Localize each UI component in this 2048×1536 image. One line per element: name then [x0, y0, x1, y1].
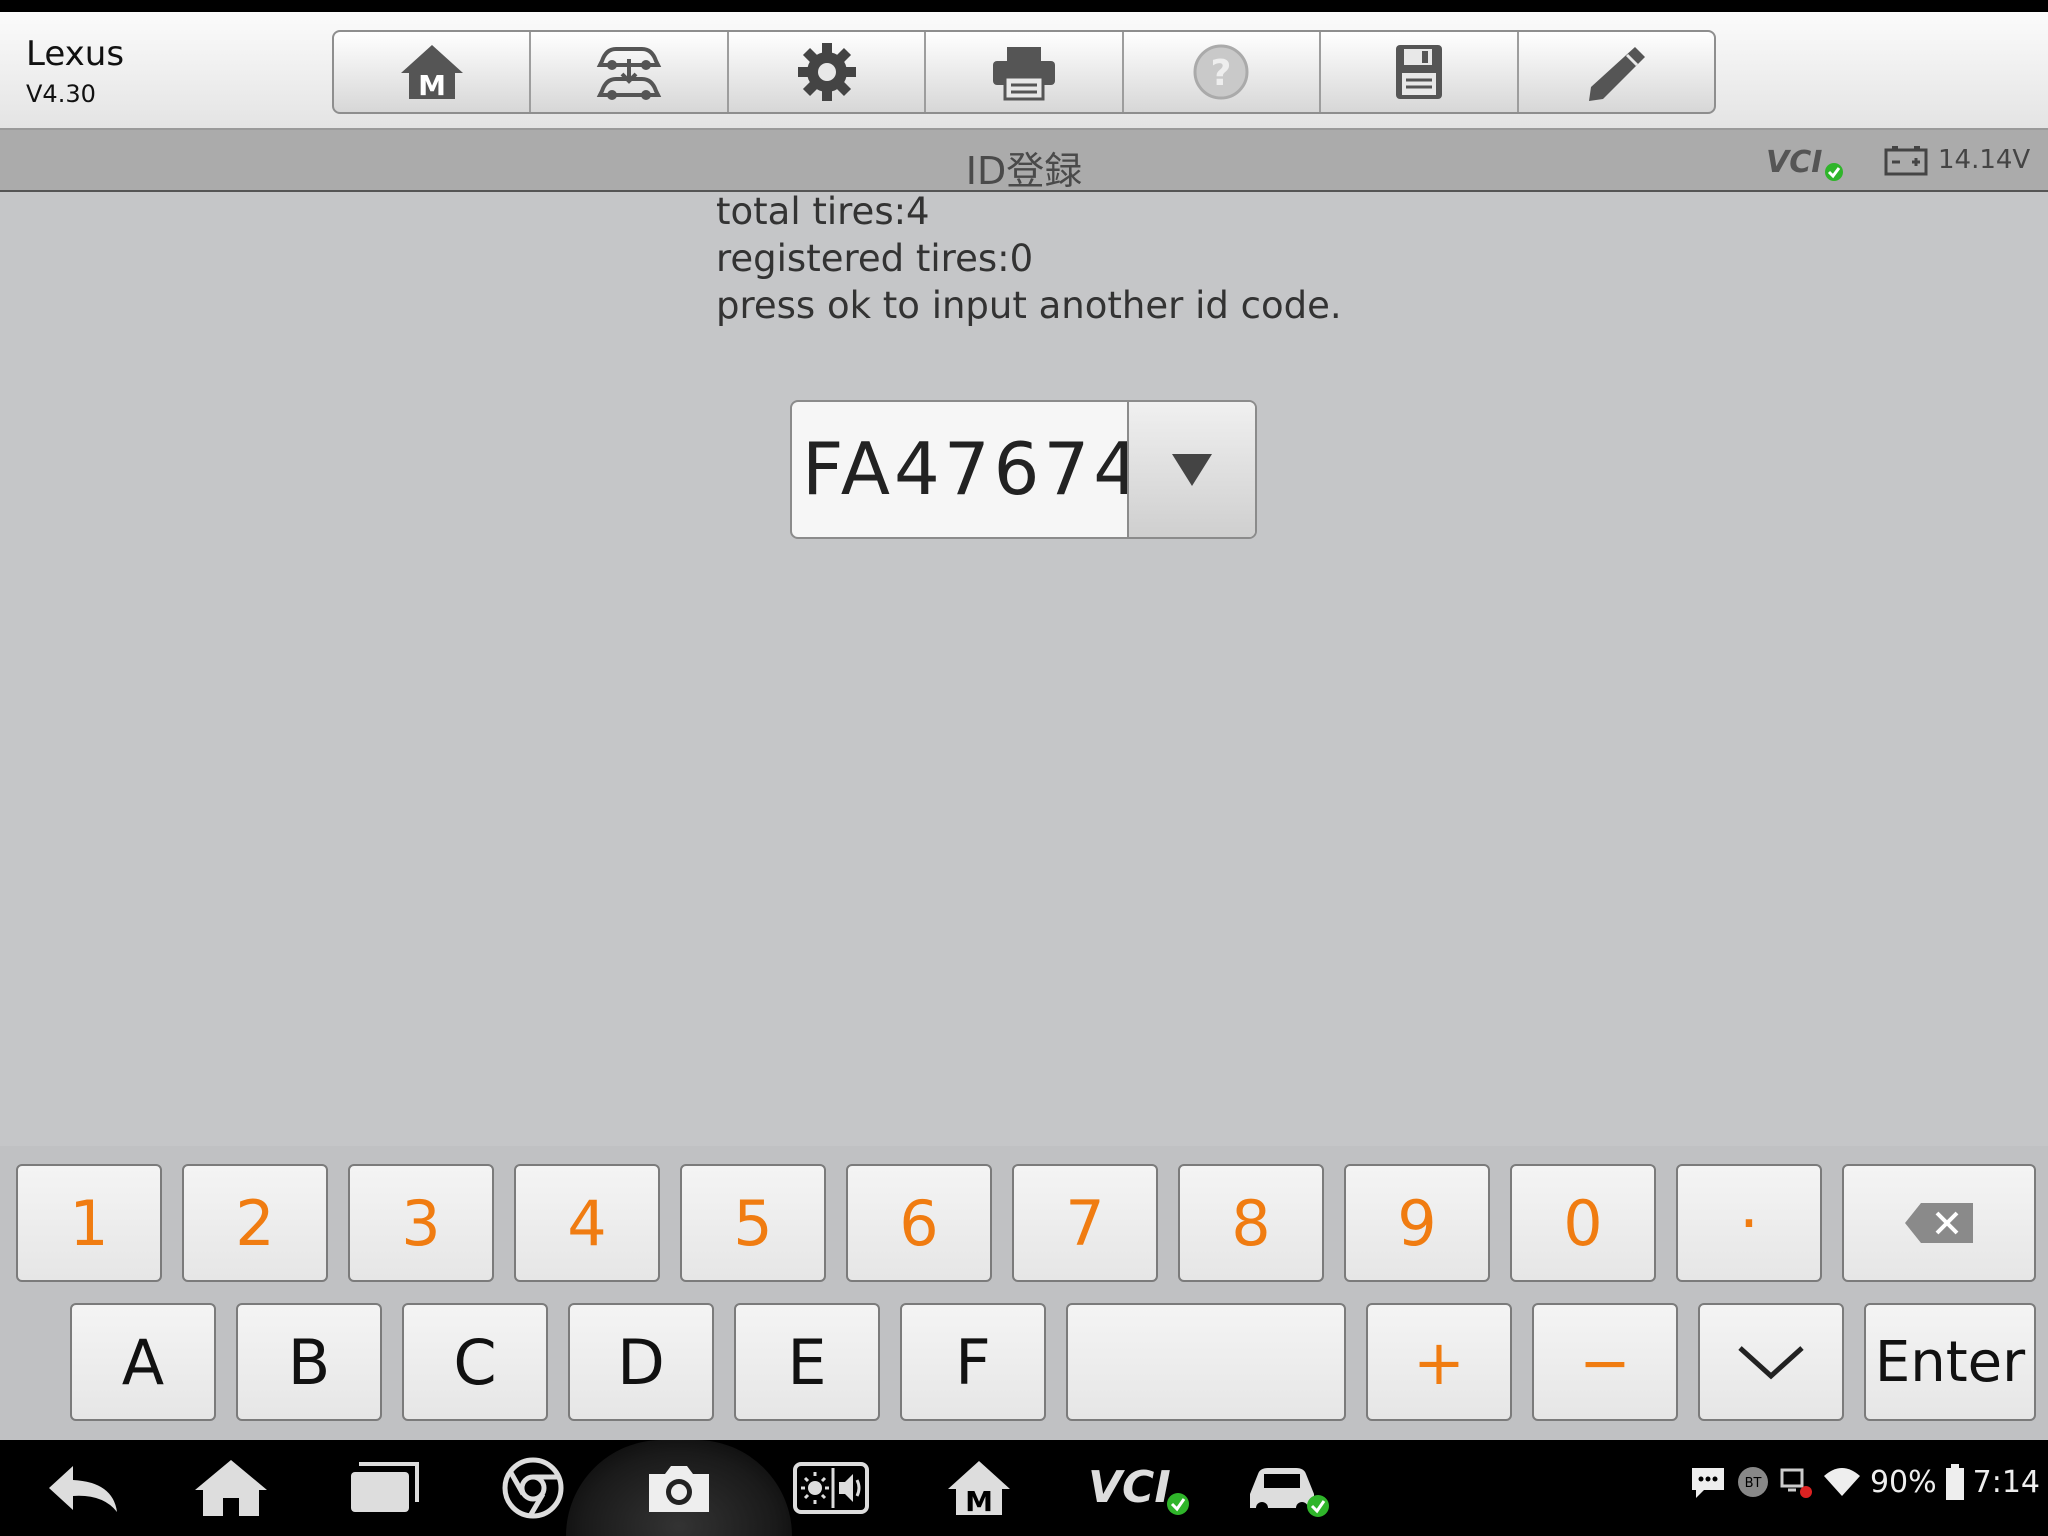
key-d[interactable]: D	[568, 1303, 714, 1421]
chat-notification-icon	[1691, 1468, 1724, 1498]
battery-voltage: 14.14V	[1884, 144, 2030, 176]
id-code-dropdown-button[interactable]	[1127, 402, 1255, 537]
app-header: Lexus V4.30 M ?	[0, 12, 2048, 130]
chrome-icon	[502, 1457, 564, 1519]
vci-connected-icon: VCI	[1088, 1462, 1189, 1515]
key-9[interactable]: 9	[1344, 1164, 1490, 1282]
vci-connected-icon: VCI	[1766, 145, 1843, 181]
key-e[interactable]: E	[734, 1303, 880, 1421]
top-system-strip	[0, 0, 2048, 12]
id-code-combobox[interactable]: FA47674	[790, 400, 1257, 539]
system-navigation-bar: M VCI BT 90% 7:14	[0, 1440, 2048, 1536]
svg-text:M: M	[418, 69, 446, 102]
battery-icon	[1945, 1464, 1964, 1500]
key-hide-keyboard[interactable]	[1698, 1303, 1844, 1421]
nav-recents-button[interactable]	[340, 1452, 426, 1524]
key-7[interactable]: 7	[1012, 1164, 1158, 1282]
main-toolbar: M ?	[332, 30, 1716, 114]
nav-vehicle-button[interactable]	[1244, 1452, 1330, 1524]
triangle-down-icon	[1172, 453, 1212, 486]
save-icon	[1395, 45, 1442, 99]
key-a[interactable]: A	[70, 1303, 216, 1421]
back-arrow-icon	[49, 1466, 117, 1512]
bluetooth-icon: BT	[1737, 1467, 1768, 1497]
recent-apps-icon	[351, 1462, 419, 1512]
key-4[interactable]: 4	[514, 1164, 660, 1282]
network-disconnected-icon	[1780, 1468, 1812, 1498]
home-m-icon: M	[400, 45, 463, 102]
brand-block: Lexus V4.30	[26, 34, 124, 108]
toolbar-print-button[interactable]	[926, 32, 1124, 112]
battery-voltage-value: 14.14V	[1938, 145, 2031, 175]
bluetooth-label: BT	[1745, 1476, 1762, 1491]
toolbar-edit-button[interactable]	[1519, 32, 1714, 112]
key-minus[interactable]: −	[1532, 1303, 1678, 1421]
function-title: ID登録	[965, 149, 1083, 193]
key-3[interactable]: 3	[348, 1164, 494, 1282]
toolbar-help-button[interactable]: ?	[1124, 32, 1322, 112]
home-m-icon: M	[948, 1461, 1010, 1518]
nav-chrome-button[interactable]	[490, 1452, 576, 1524]
nav-vci-label: VCI	[1088, 1462, 1171, 1513]
backspace-icon	[1905, 1203, 1973, 1243]
home-icon	[195, 1460, 267, 1516]
svg-text:?: ?	[1211, 53, 1232, 94]
toolbar-settings-button[interactable]	[729, 32, 927, 112]
key-1[interactable]: 1	[16, 1164, 162, 1282]
nav-camera-button[interactable]	[636, 1452, 722, 1524]
function-title-bar: ID登録 VCI 14.14V	[0, 130, 2048, 193]
message-instruction: press ok to input another id code.	[716, 284, 1342, 327]
key-space[interactable]	[1066, 1303, 1346, 1421]
key-5[interactable]: 5	[680, 1164, 826, 1282]
id-code-value[interactable]: FA47674	[802, 402, 1143, 537]
app-title: Lexus	[26, 34, 125, 74]
key-dot[interactable]: ·	[1676, 1164, 1822, 1282]
car-battery-icon	[1884, 146, 1928, 176]
clock: 7:14	[1972, 1464, 2040, 1500]
key-backspace[interactable]	[1842, 1164, 2036, 1282]
gear-icon	[797, 43, 856, 101]
key-2[interactable]: 2	[182, 1164, 328, 1282]
nav-back-button[interactable]	[40, 1452, 126, 1524]
battery-percent: 90%	[1869, 1464, 1937, 1500]
chevron-down-icon	[1738, 1346, 1804, 1380]
app-version: V4.30	[26, 80, 96, 108]
brightness-volume-icon	[793, 1462, 869, 1514]
nav-vci-button[interactable]: VCI	[1084, 1452, 1194, 1524]
message-block: total tires:4 registered tires:0 press o…	[716, 188, 1342, 329]
camera-icon	[649, 1466, 709, 1512]
key-8[interactable]: 8	[1178, 1164, 1324, 1282]
svg-text:M: M	[965, 1485, 993, 1518]
help-icon: ?	[1193, 44, 1249, 100]
nav-home-button[interactable]	[188, 1452, 274, 1524]
nav-maxisys-home-button[interactable]: M	[936, 1452, 1022, 1524]
key-6[interactable]: 6	[846, 1164, 992, 1282]
vehicle-swap-icon	[596, 47, 662, 100]
key-plus[interactable]: +	[1366, 1303, 1512, 1421]
pencil-icon	[1589, 47, 1646, 101]
wifi-icon	[1823, 1468, 1860, 1496]
key-0[interactable]: 0	[1510, 1164, 1656, 1282]
key-b[interactable]: B	[236, 1303, 382, 1421]
printer-icon	[992, 47, 1055, 101]
status-area: BT 90% 7:14	[1688, 1464, 2040, 1500]
car-connected-icon	[1250, 1468, 1329, 1517]
key-enter[interactable]: Enter	[1864, 1303, 2036, 1421]
vci-label: VCI	[1766, 145, 1822, 180]
key-f[interactable]: F	[900, 1303, 1046, 1421]
toolbar-save-button[interactable]	[1321, 32, 1519, 112]
hex-keyboard: 1 2 3 4 5 6 7 8 9 0 · A B C D E F + − En…	[0, 1146, 2048, 1440]
toolbar-home-button[interactable]: M	[334, 32, 532, 112]
key-c[interactable]: C	[402, 1303, 548, 1421]
message-total-tires: total tires:4	[716, 190, 930, 233]
nav-brightness-volume-button[interactable]	[788, 1452, 874, 1524]
message-registered-tires: registered tires:0	[716, 237, 1034, 280]
toolbar-vehicle-swap-button[interactable]	[531, 32, 729, 112]
